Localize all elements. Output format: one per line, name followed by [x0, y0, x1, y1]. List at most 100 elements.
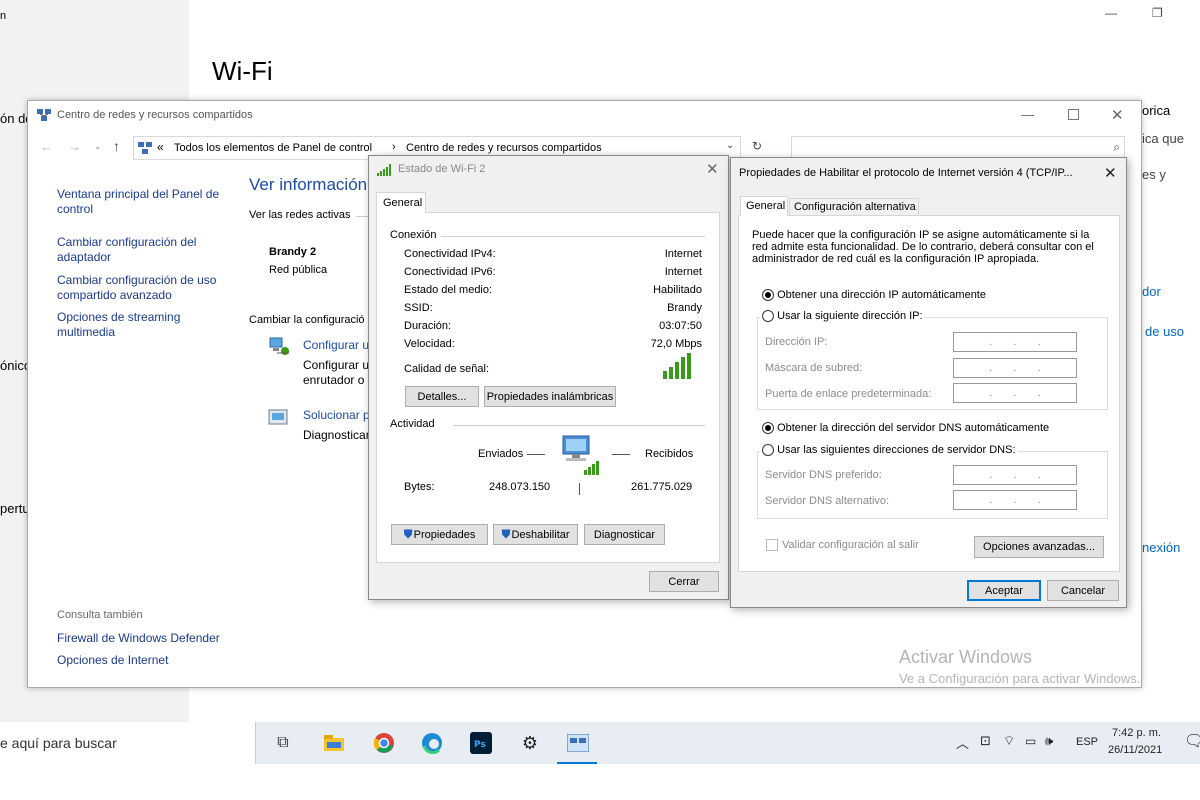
alternate-dns-label: Servidor DNS alternativo:: [765, 495, 890, 507]
settings-maximize-button[interactable]: ❐: [1152, 6, 1163, 20]
tab-general[interactable]: General: [376, 192, 426, 213]
settings-right-link-fragment[interactable]: de uso: [1145, 324, 1184, 339]
sidebar-item-advanced-sharing[interactable]: Cambiar configuración de uso compartido …: [57, 273, 227, 303]
chrome-icon[interactable]: [372, 731, 396, 755]
forward-arrow-icon[interactable]: →: [68, 139, 81, 154]
shield-icon: ⛊: [403, 527, 413, 541]
minimize-button[interactable]: —: [1021, 107, 1034, 122]
wifi-tray-icon[interactable]: ⌔: [1003, 733, 1015, 749]
volume-icon[interactable]: 🕪: [1045, 733, 1053, 749]
settings-title-fragment: n: [0, 10, 7, 22]
bytes-sent-value: 248.073.150: [489, 481, 551, 493]
ip-address-field[interactable]: ...: [953, 332, 1077, 352]
accept-button[interactable]: Aceptar: [967, 580, 1041, 601]
tcpip-description: Puede hacer que la configuración IP se a…: [752, 229, 1094, 265]
tab-alternate-config[interactable]: Configuración alternativa: [789, 198, 919, 215]
diagnose-button[interactable]: Diagnosticar: [584, 524, 665, 545]
clock-date[interactable]: 26/11/2021: [1108, 744, 1162, 756]
received-line: [612, 454, 630, 455]
disable-button[interactable]: ⛊ Deshabilitar: [493, 524, 578, 545]
tab-general[interactable]: General: [740, 196, 788, 216]
details-button[interactable]: Detalles...: [405, 386, 479, 407]
connection-group-label: Conexión: [390, 229, 437, 241]
ip-dot: .: [989, 494, 993, 506]
bytes-received-value: 261.775.029: [631, 481, 693, 493]
control-panel-taskbar-icon[interactable]: [566, 731, 590, 755]
close-button[interactable]: ✕: [1111, 106, 1124, 124]
ip-dot: .: [989, 469, 993, 481]
ip-address-label: Dirección IP:: [765, 336, 828, 348]
breadcrumb-chevrons[interactable]: «: [157, 140, 164, 154]
tray-overflow-icon[interactable]: ︿: [956, 733, 969, 752]
auto-dns-label: Obtener la dirección del servidor DNS au…: [777, 422, 1050, 434]
task-troubleshoot-link[interactable]: Solucionar pr: [303, 408, 374, 422]
breadcrumb-item[interactable]: Centro de redes y recursos compartidos: [406, 142, 602, 154]
maximize-button[interactable]: [1068, 109, 1079, 120]
preferred-dns-field[interactable]: ...: [953, 465, 1077, 485]
subnet-mask-field[interactable]: ...: [953, 358, 1077, 378]
manual-ip-label: Usar la siguiente dirección IP:: [777, 310, 923, 322]
ipv6-label: Conectividad IPv6:: [404, 266, 496, 278]
language-indicator[interactable]: ESP: [1076, 736, 1098, 748]
breadcrumb-item[interactable]: Todos los elementos de Panel de control: [174, 142, 372, 154]
change-settings-label: Cambiar la configuració: [249, 314, 365, 326]
radio-selected-icon: [762, 422, 774, 435]
ssid-value: Brandy: [667, 302, 702, 314]
description-line: Puede hacer que la configuración IP se a…: [752, 229, 1090, 241]
recent-chevron-icon[interactable]: ⌄: [94, 141, 102, 152]
auto-dns-radio[interactable]: Obtener la dirección del servidor DNS au…: [762, 422, 1050, 435]
edge-icon[interactable]: [420, 731, 444, 755]
bytes-label: Bytes:: [404, 481, 435, 493]
back-arrow-icon[interactable]: ←: [40, 139, 53, 154]
task-troubleshoot-description: Diagnosticar: [303, 428, 370, 442]
see-also-internet-options-link[interactable]: Opciones de Internet: [57, 653, 168, 668]
manual-ip-radio[interactable]: Usar la siguiente dirección IP:: [760, 310, 925, 323]
wifi-status-close-icon[interactable]: ✕: [706, 160, 719, 178]
taskbar-search-box[interactable]: e aquí para buscar: [0, 722, 256, 764]
up-arrow-icon[interactable]: ↑: [113, 138, 120, 154]
close-button[interactable]: Cerrar: [649, 571, 719, 592]
see-also-firewall-link[interactable]: Firewall de Windows Defender: [57, 631, 220, 646]
sent-label: Enviados: [478, 448, 524, 460]
task-view-icon[interactable]: ⧉: [271, 731, 295, 755]
description-line: administrador de red cuál es la configur…: [752, 253, 1040, 265]
refresh-icon[interactable]: ↻: [752, 139, 762, 153]
address-dropdown-icon[interactable]: ⌄: [726, 140, 734, 151]
sidebar-item-control-panel-home[interactable]: Ventana principal del Panel de control: [57, 187, 227, 217]
troubleshoot-icon: [268, 409, 288, 425]
advanced-options-button[interactable]: Opciones avanzadas...: [974, 536, 1104, 558]
settings-gear-icon[interactable]: ⚙: [518, 731, 542, 755]
main-heading: Ver información b: [249, 175, 382, 194]
photoshop-icon[interactable]: Ps: [469, 731, 493, 755]
auto-ip-radio[interactable]: Obtener una dirección IP automáticamente: [762, 289, 986, 302]
battery-icon[interactable]: ▭: [1025, 734, 1036, 748]
notifications-icon[interactable]: 🗨: [1184, 731, 1200, 751]
media-state-value: Habilitado: [653, 284, 702, 296]
radio-unselected-icon: [762, 444, 774, 457]
task-setup-link[interactable]: Configurar u: [303, 338, 369, 352]
ip-dot: .: [1037, 362, 1041, 374]
tcpip-close-icon[interactable]: ✕: [1104, 164, 1117, 182]
breadcrumb-separator: ›: [392, 141, 396, 153]
meet-now-icon[interactable]: ⊡: [980, 733, 991, 749]
speed-label: Velocidad:: [404, 338, 455, 350]
file-explorer-icon[interactable]: [322, 731, 346, 755]
sidebar-item-media-streaming[interactable]: Opciones de streaming multimedia: [57, 310, 197, 340]
wireless-properties-button[interactable]: Propiedades inalámbricas: [484, 386, 616, 407]
signal-quality-label: Calidad de señal:: [404, 363, 490, 375]
wifi-status-dialog: Estado de Wi-Fi 2 ✕ General Conexión Con…: [368, 155, 729, 600]
cancel-button[interactable]: Cancelar: [1047, 580, 1119, 601]
page-title: Wi-Fi: [212, 56, 273, 86]
gateway-field[interactable]: ...: [953, 383, 1077, 403]
settings-right-link-fragment[interactable]: nexión: [1142, 540, 1180, 555]
manual-dns-radio[interactable]: Usar las siguientes direcciones de servi…: [760, 444, 1018, 457]
clock-time[interactable]: 7:42 p. m.: [1112, 727, 1161, 739]
settings-right-link-fragment[interactable]: dor: [1142, 284, 1161, 299]
ip-dot: .: [1037, 387, 1041, 399]
received-label: Recibidos: [645, 448, 694, 460]
validate-checkbox[interactable]: [766, 539, 778, 551]
properties-button[interactable]: ⛊ Propiedades: [391, 524, 488, 545]
sidebar-item-adapter-settings[interactable]: Cambiar configuración del adaptador: [57, 235, 217, 265]
settings-minimize-button[interactable]: —: [1105, 6, 1117, 20]
alternate-dns-field[interactable]: ...: [953, 490, 1077, 510]
